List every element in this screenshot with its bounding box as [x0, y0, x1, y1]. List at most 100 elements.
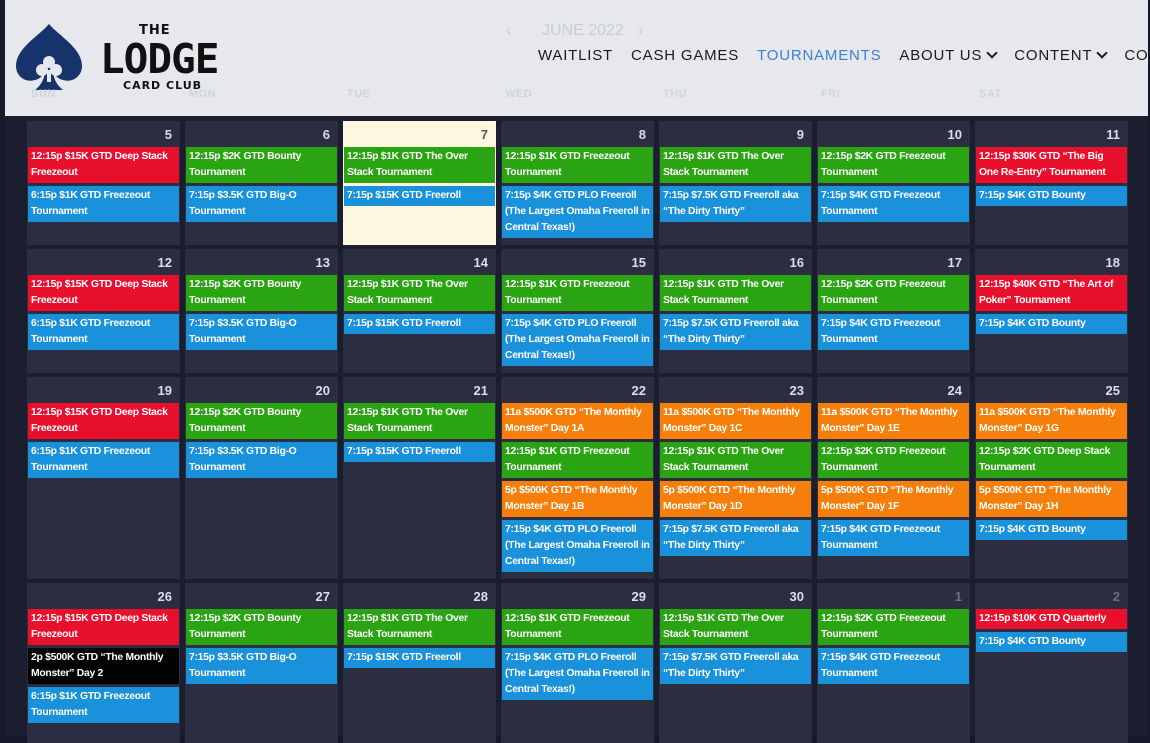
event-item[interactable]: 7:15p $4K GTD Freezeout Tournament [818, 186, 969, 222]
day-cell[interactable]: 13 12:15p $2K GTD Bounty Tournament 7:15p … [185, 249, 338, 373]
event-item[interactable]: 7:15p $4K GTD PLO Freeroll (The Largest … [502, 520, 653, 572]
day-cell[interactable]: 10 12:15p $2K GTD Freezeout Tournament 7:1… [817, 121, 970, 245]
event-item[interactable]: 6:15p $1K GTD Freezeout Tournament [28, 314, 179, 350]
event-item[interactable]: 12:15p $1K GTD The Over Stack Tournament [660, 275, 811, 311]
event-item[interactable]: 7:15p $15K GTD Freeroll [344, 442, 495, 462]
event-item[interactable]: 7:15p $3.5K GTD Big-O Tournament [186, 442, 337, 478]
event-item[interactable]: 12:15p $1K GTD Freezeout Tournament [502, 609, 653, 645]
day-cell[interactable]: 24 11a $500K GTD “The Monthly Monster” Da… [817, 377, 970, 579]
prev-month-button[interactable]: ‹ [506, 22, 511, 40]
event-item[interactable]: 11a $500K GTD “The Monthly Monster” Day … [660, 403, 811, 439]
event-item[interactable]: 7:15p $4K GTD Freezeout Tournament [818, 520, 969, 556]
event-item[interactable]: 7:15p $4K GTD PLO Freeroll (The Largest … [502, 314, 653, 366]
nav-contact[interactable]: CONTACT [1124, 47, 1150, 69]
day-cell[interactable]: 16 12:15p $1K GTD The Over Stack Tourname… [659, 249, 812, 373]
event-item[interactable]: 7:15p $4K GTD Bounty Tournament [976, 520, 1127, 540]
day-cell[interactable]: 6 12:15p $2K GTD Bounty Tournament 7:15p $… [185, 121, 338, 245]
event-item[interactable]: 2p $500K GTD “The Monthly Monster” Day 2 [28, 648, 179, 684]
day-cell[interactable]: 17 12:15p $2K GTD Freezeout Tournament 7:1… [817, 249, 970, 373]
event-item[interactable]: 12:15p $1K GTD Freezeout Tournament [502, 147, 653, 183]
event-item[interactable]: 12:15p $1K GTD The Over Stack Tournament [344, 275, 495, 311]
nav-tournaments[interactable]: TOURNAMENTS [757, 47, 881, 69]
day-cell[interactable]: 12 12:15p $15K GTD Deep Stack Freezeout 6:… [27, 249, 180, 373]
day-cell[interactable]: 9 12:15p $1K GTD The Over Stack Tournamen… [659, 121, 812, 245]
event-item[interactable]: 6:15p $1K GTD Freezeout Tournament [28, 442, 179, 478]
day-cell[interactable]: 22 11a $500K GTD “The Monthly Monster” Da… [501, 377, 654, 579]
event-item[interactable]: 12:15p $1K GTD The Over Stack Tournament [660, 442, 811, 478]
event-item[interactable]: 12:15p $2K GTD Freezeout Tournament [818, 275, 969, 311]
event-item[interactable]: 12:15p $30K GTD “The Big One Re-Entry” T… [976, 147, 1127, 183]
event-item[interactable]: 7:15p $3.5K GTD Big-O Tournament [186, 314, 337, 350]
event-item[interactable]: 12:15p $2K GTD Bounty Tournament [186, 403, 337, 439]
event-item[interactable]: 12:15p $1K GTD The Over Stack Tournament [344, 147, 495, 183]
day-cell[interactable]: 27 12:15p $2K GTD Bounty Tournament 7:15p … [185, 583, 338, 743]
logo[interactable]: THE LODGE CARD CLUB [13, 22, 219, 94]
event-item[interactable]: 12:15p $1K GTD The Over Stack Tournament [344, 403, 495, 439]
event-item[interactable]: 12:15p $10K GTD Quarterly Big-O [976, 609, 1127, 629]
day-cell[interactable]: 26 12:15p $15K GTD Deep Stack Freezeout 2p… [27, 583, 180, 743]
event-item[interactable]: 5p $500K GTD “The Monthly Monster” Day 1… [818, 481, 969, 517]
event-item[interactable]: 12:15p $1K GTD Freezeout Tournament [502, 275, 653, 311]
day-cell[interactable]: 2 12:15p $10K GTD Quarterly Big-O 7:15p $4… [975, 583, 1128, 743]
event-item[interactable]: 7:15p $3.5K GTD Big-O Tournament [186, 186, 337, 222]
nav-waitlist[interactable]: WAITLIST [538, 47, 613, 69]
event-item[interactable]: 7:15p $7.5K GTD Freeroll aka “The Dirty … [660, 520, 811, 556]
event-item[interactable]: 7:15p $7.5K GTD Freeroll aka “The Dirty … [660, 648, 811, 684]
event-item[interactable]: 7:15p $4K GTD PLO Freeroll (The Largest … [502, 648, 653, 700]
day-cell[interactable]: 19 12:15p $15K GTD Deep Stack Freezeout 6:… [27, 377, 180, 579]
day-cell[interactable]: 7 12:15p $1K GTD The Over Stack Tournamen… [343, 121, 496, 245]
event-item[interactable]: 12:15p $1K GTD Freezeout Tournament [502, 442, 653, 478]
event-item[interactable]: 7:15p $15K GTD Freeroll [344, 186, 495, 206]
day-cell[interactable]: 15 12:15p $1K GTD Freezeout Tournament 7:1… [501, 249, 654, 373]
event-item[interactable]: 7:15p $7.5K GTD Freeroll aka “The Dirty … [660, 314, 811, 350]
event-item[interactable]: 7:15p $4K GTD Freezeout Tournament [818, 314, 969, 350]
event-item[interactable]: 7:15p $3.5K GTD Big-O Tournament [186, 648, 337, 684]
event-item[interactable]: 12:15p $2K GTD Freezeout Tournament [818, 147, 969, 183]
day-cell[interactable]: 8 12:15p $1K GTD Freezeout Tournament 7:15… [501, 121, 654, 245]
nav-content[interactable]: CONTENT [1014, 47, 1109, 69]
event-item[interactable]: 12:15p $2K GTD Bounty Tournament [186, 147, 337, 183]
event-item[interactable]: 12:15p $15K GTD Deep Stack Freezeout [28, 403, 179, 439]
event-item[interactable]: 5p $500K GTD “The Monthly Monster” Day 1… [660, 481, 811, 517]
event-item[interactable]: 12:15p $15K GTD Deep Stack Freezeout [28, 275, 179, 311]
event-item[interactable]: 7:15p $4K GTD Bounty Tournament [976, 314, 1127, 334]
event-item[interactable]: 11a $500K GTD “The Monthly Monster” Day … [502, 403, 653, 439]
event-item[interactable]: 7:15p $7.5K GTD Freeroll aka “The Dirty … [660, 186, 811, 222]
event-item[interactable]: 12:15p $2K GTD Freezeout Tournament [818, 442, 969, 478]
event-item[interactable]: 12:15p $1K GTD The Over Stack Tournament [660, 609, 811, 645]
day-cell[interactable]: 28 12:15p $1K GTD The Over Stack Tourname… [343, 583, 496, 743]
event-item[interactable]: 11a $500K GTD “The Monthly Monster” Day … [976, 403, 1127, 439]
day-cell[interactable]: 18 12:15p $40K GTD “The Art of Poker” Tou… [975, 249, 1128, 373]
day-cell[interactable]: 25 11a $500K GTD “The Monthly Monster” Da… [975, 377, 1128, 579]
event-item[interactable]: 6:15p $1K GTD Freezeout Tournament [28, 687, 179, 723]
event-item[interactable]: 11a $500K GTD “The Monthly Monster” Day … [818, 403, 969, 439]
day-cell[interactable]: 14 12:15p $1K GTD The Over Stack Tourname… [343, 249, 496, 373]
day-cell[interactable]: 1 12:15p $2K GTD Freezeout Tournament 7:15… [817, 583, 970, 743]
event-item[interactable]: 12:15p $1K GTD The Over Stack Tournament [660, 147, 811, 183]
day-cell[interactable]: 21 12:15p $1K GTD The Over Stack Tourname… [343, 377, 496, 579]
event-item[interactable]: 5p $500K GTD “The Monthly Monster” Day 1… [502, 481, 653, 517]
day-cell[interactable]: 23 11a $500K GTD “The Monthly Monster” Da… [659, 377, 812, 579]
day-cell[interactable]: 5 12:15p $15K GTD Deep Stack Freezeout 6:1… [27, 121, 180, 245]
event-item[interactable]: 12:15p $15K GTD Deep Stack Freezeout [28, 147, 179, 183]
day-cell[interactable]: 11 12:15p $30K GTD “The Big One Re-Entry”… [975, 121, 1128, 245]
event-item[interactable]: 12:15p $40K GTD “The Art of Poker” Tourn… [976, 275, 1127, 311]
event-item[interactable]: 7:15p $4K GTD Bounty Tournament [976, 632, 1127, 652]
day-cell[interactable]: 20 12:15p $2K GTD Bounty Tournament 7:15p … [185, 377, 338, 579]
event-item[interactable]: 5p $500K GTD “The Monthly Monster” Day 1… [976, 481, 1127, 517]
nav-cash-games[interactable]: CASH GAMES [631, 47, 739, 69]
event-item[interactable]: 7:15p $15K GTD Freeroll [344, 648, 495, 668]
event-item[interactable]: 12:15p $1K GTD The Over Stack Tournament [344, 609, 495, 645]
day-cell[interactable]: 29 12:15p $1K GTD Freezeout Tournament 7:1… [501, 583, 654, 743]
event-item[interactable]: 7:15p $15K GTD Freeroll [344, 314, 495, 334]
event-item[interactable]: 12:15p $2K GTD Deep Stack Tournament [976, 442, 1127, 478]
event-item[interactable]: 6:15p $1K GTD Freezeout Tournament [28, 186, 179, 222]
event-item[interactable]: 7:15p $4K GTD Freezeout Tournament [818, 648, 969, 684]
next-month-button[interactable]: › [638, 22, 643, 40]
event-item[interactable]: 12:15p $2K GTD Freezeout Tournament [818, 609, 969, 645]
nav-about-us[interactable]: ABOUT US [899, 47, 998, 69]
event-item[interactable]: 12:15p $2K GTD Bounty Tournament [186, 609, 337, 645]
event-item[interactable]: 7:15p $4K GTD PLO Freeroll (The Largest … [502, 186, 653, 238]
day-cell[interactable]: 30 12:15p $1K GTD The Over Stack Tourname… [659, 583, 812, 743]
event-item[interactable]: 12:15p $2K GTD Bounty Tournament [186, 275, 337, 311]
